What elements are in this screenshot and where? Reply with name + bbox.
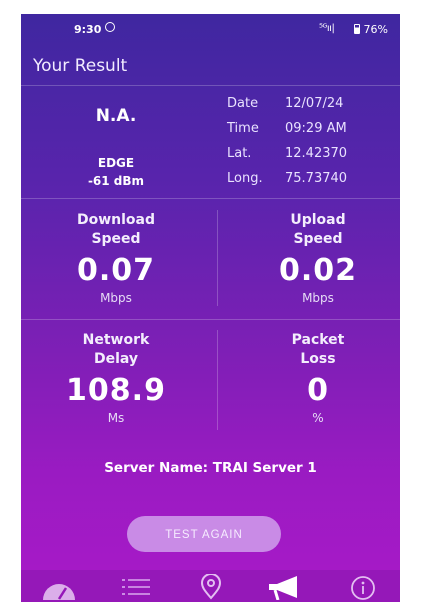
loss-unit: % [312, 411, 324, 425]
signal-strength: -61 dBm [87, 174, 145, 188]
app-screen: 9:30 ⁵ᴳıı| 76% Your Result N.A. EDGE -61… [21, 14, 400, 602]
nav-history[interactable] [116, 574, 156, 600]
lat-label: Lat. [227, 146, 252, 161]
test-again-button[interactable]: TEST AGAIN [127, 516, 281, 552]
delay-label-1: Network [82, 332, 150, 348]
delay-value: 108.9 [66, 373, 166, 408]
divider [21, 198, 400, 199]
speedometer-icon [43, 584, 75, 600]
download-value: 0.07 [76, 253, 156, 288]
lat-value: 12.42370 [285, 146, 348, 161]
download-label-2: Speed [91, 231, 141, 247]
divider [217, 330, 218, 430]
time-label: Time [227, 121, 259, 136]
download-label-1: Download [76, 212, 156, 228]
loss-label-1: Packet [291, 332, 345, 348]
signal-icon: ⁵ᴳıı| [319, 23, 335, 34]
divider [21, 85, 400, 86]
network-type-block: EDGE -61 dBm [61, 154, 171, 190]
location-pin-icon [200, 573, 222, 600]
battery-icon [354, 24, 360, 34]
battery-indicator: 76% [354, 23, 388, 36]
upload-label-1: Upload [290, 212, 346, 228]
download-unit: Mbps [100, 291, 132, 305]
upload-label-2: Speed [293, 231, 343, 247]
operator-name: N.A. [95, 106, 137, 126]
long-label: Long. [227, 171, 263, 186]
loss-value: 0 [307, 373, 329, 408]
nav-location[interactable] [191, 573, 231, 600]
date-label: Date [227, 96, 259, 111]
megaphone-icon [269, 576, 297, 601]
loss-label-2: Loss [300, 351, 336, 367]
test-details: Date 12/07/24 Time 09:29 AM Lat. 12.4237… [227, 96, 387, 187]
network-type: EDGE [97, 156, 135, 170]
divider [21, 319, 400, 320]
upload-value: 0.02 [278, 253, 358, 288]
status-bar: 9:30 ⁵ᴳıı| 76% [21, 14, 400, 46]
battery-level: 76% [363, 23, 388, 36]
packet-loss-card: Packet Loss 0 % [243, 331, 393, 425]
time-value: 09:29 AM [285, 121, 347, 136]
page-title: Your Result [33, 56, 128, 76]
long-value: 75.73740 [285, 171, 348, 186]
info-icon [351, 576, 375, 600]
nav-speedtest[interactable] [39, 574, 79, 600]
whatsapp-notification-icon [105, 22, 115, 32]
status-time: 9:30 [74, 23, 102, 36]
network-delay-card: Network Delay 108.9 Ms [41, 331, 191, 425]
upload-unit: Mbps [302, 291, 334, 305]
list-icon [122, 579, 150, 595]
delay-unit: Ms [107, 411, 125, 425]
nav-announcements[interactable] [265, 574, 305, 601]
download-speed-card: Download Speed 0.07 Mbps [41, 211, 191, 305]
divider [217, 210, 218, 306]
bottom-nav [21, 570, 400, 602]
server-name: Server Name: TRAI Server 1 [104, 460, 317, 476]
nav-info[interactable] [343, 574, 383, 600]
date-value: 12/07/24 [285, 96, 344, 111]
upload-speed-card: Upload Speed 0.02 Mbps [243, 211, 393, 305]
delay-label-2: Delay [93, 351, 139, 367]
